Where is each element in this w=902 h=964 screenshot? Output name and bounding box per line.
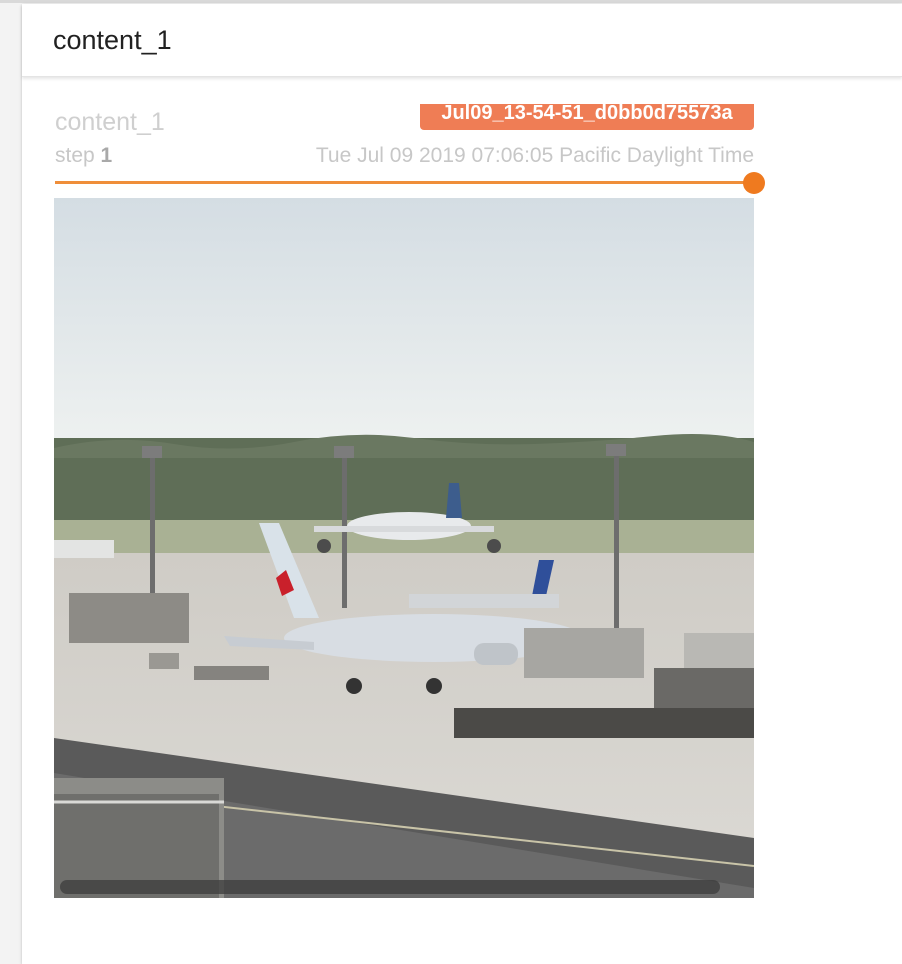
image-horizontal-scrollbar[interactable] [60,880,720,894]
card-title: content_1 [53,25,172,55]
step-indicator: step 1 [55,144,112,168]
run-name-badge: Jul09_13-54-51_d0bb0d75573a [420,104,754,130]
top-divider [0,0,902,3]
step-slider-track[interactable] [55,181,749,184]
step-slider-thumb[interactable] [743,172,765,194]
airport-photo [54,198,754,898]
image-tag-name: content_1 [55,108,165,136]
wall-time: Tue Jul 09 2019 07:06:05 Pacific Dayligh… [315,144,754,167]
step-value: 1 [100,144,113,167]
image-card: content_1 content_1 Jul09_13-54-51_d0bb0… [22,4,902,964]
summary-image [54,198,754,898]
card-header: content_1 [22,4,902,77]
step-label: step [55,144,95,167]
